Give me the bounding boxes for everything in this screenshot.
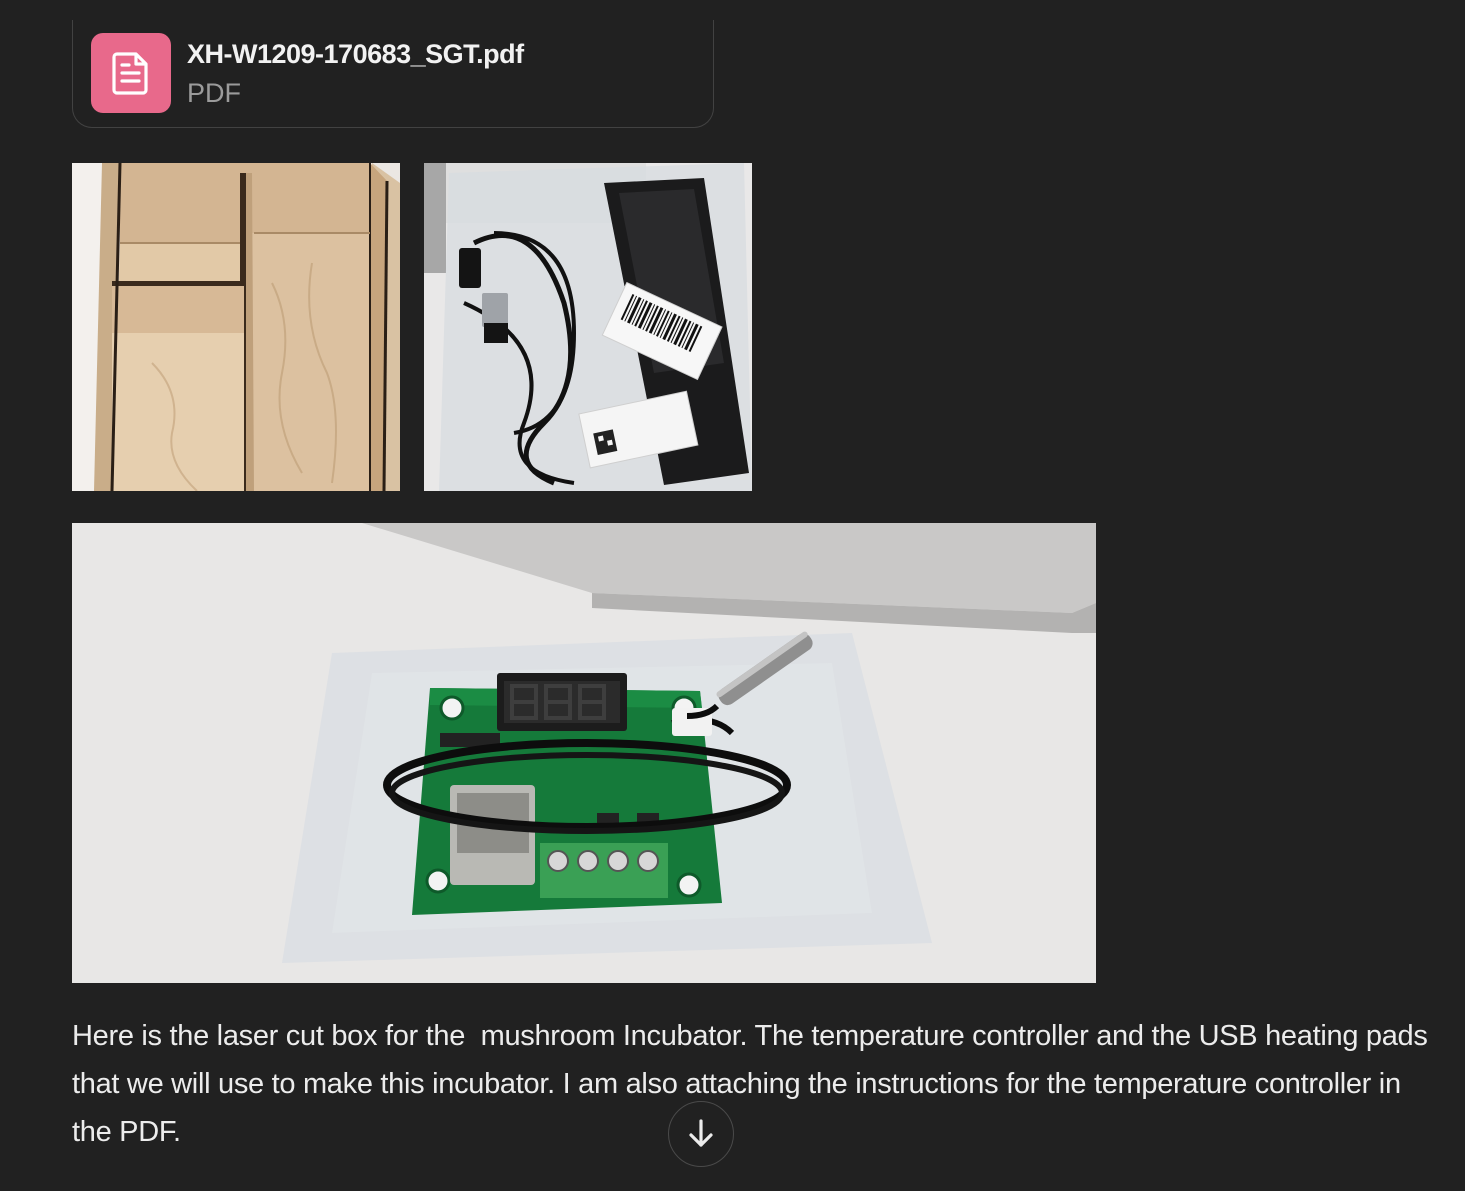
pdf-attachment-card[interactable]: XH-W1209-170683_SGT.pdf PDF bbox=[72, 20, 714, 128]
arrow-down-icon bbox=[689, 1119, 713, 1147]
message-text: Here is the laser cut box for the mushro… bbox=[72, 1020, 1436, 1148]
image-laser-cut-box[interactable] bbox=[72, 163, 400, 491]
image-usb-heating-pads[interactable] bbox=[424, 163, 752, 491]
attachment-file-type: PDF bbox=[187, 78, 241, 108]
chat-page: XH-W1209-170683_SGT.pdf PDF Here is the … bbox=[0, 0, 1465, 1191]
scroll-to-bottom-button[interactable] bbox=[668, 1101, 734, 1167]
document-icon bbox=[91, 33, 171, 113]
attachment-file-name: XH-W1209-170683_SGT.pdf bbox=[187, 39, 524, 69]
image-temperature-controller[interactable] bbox=[72, 523, 1096, 983]
